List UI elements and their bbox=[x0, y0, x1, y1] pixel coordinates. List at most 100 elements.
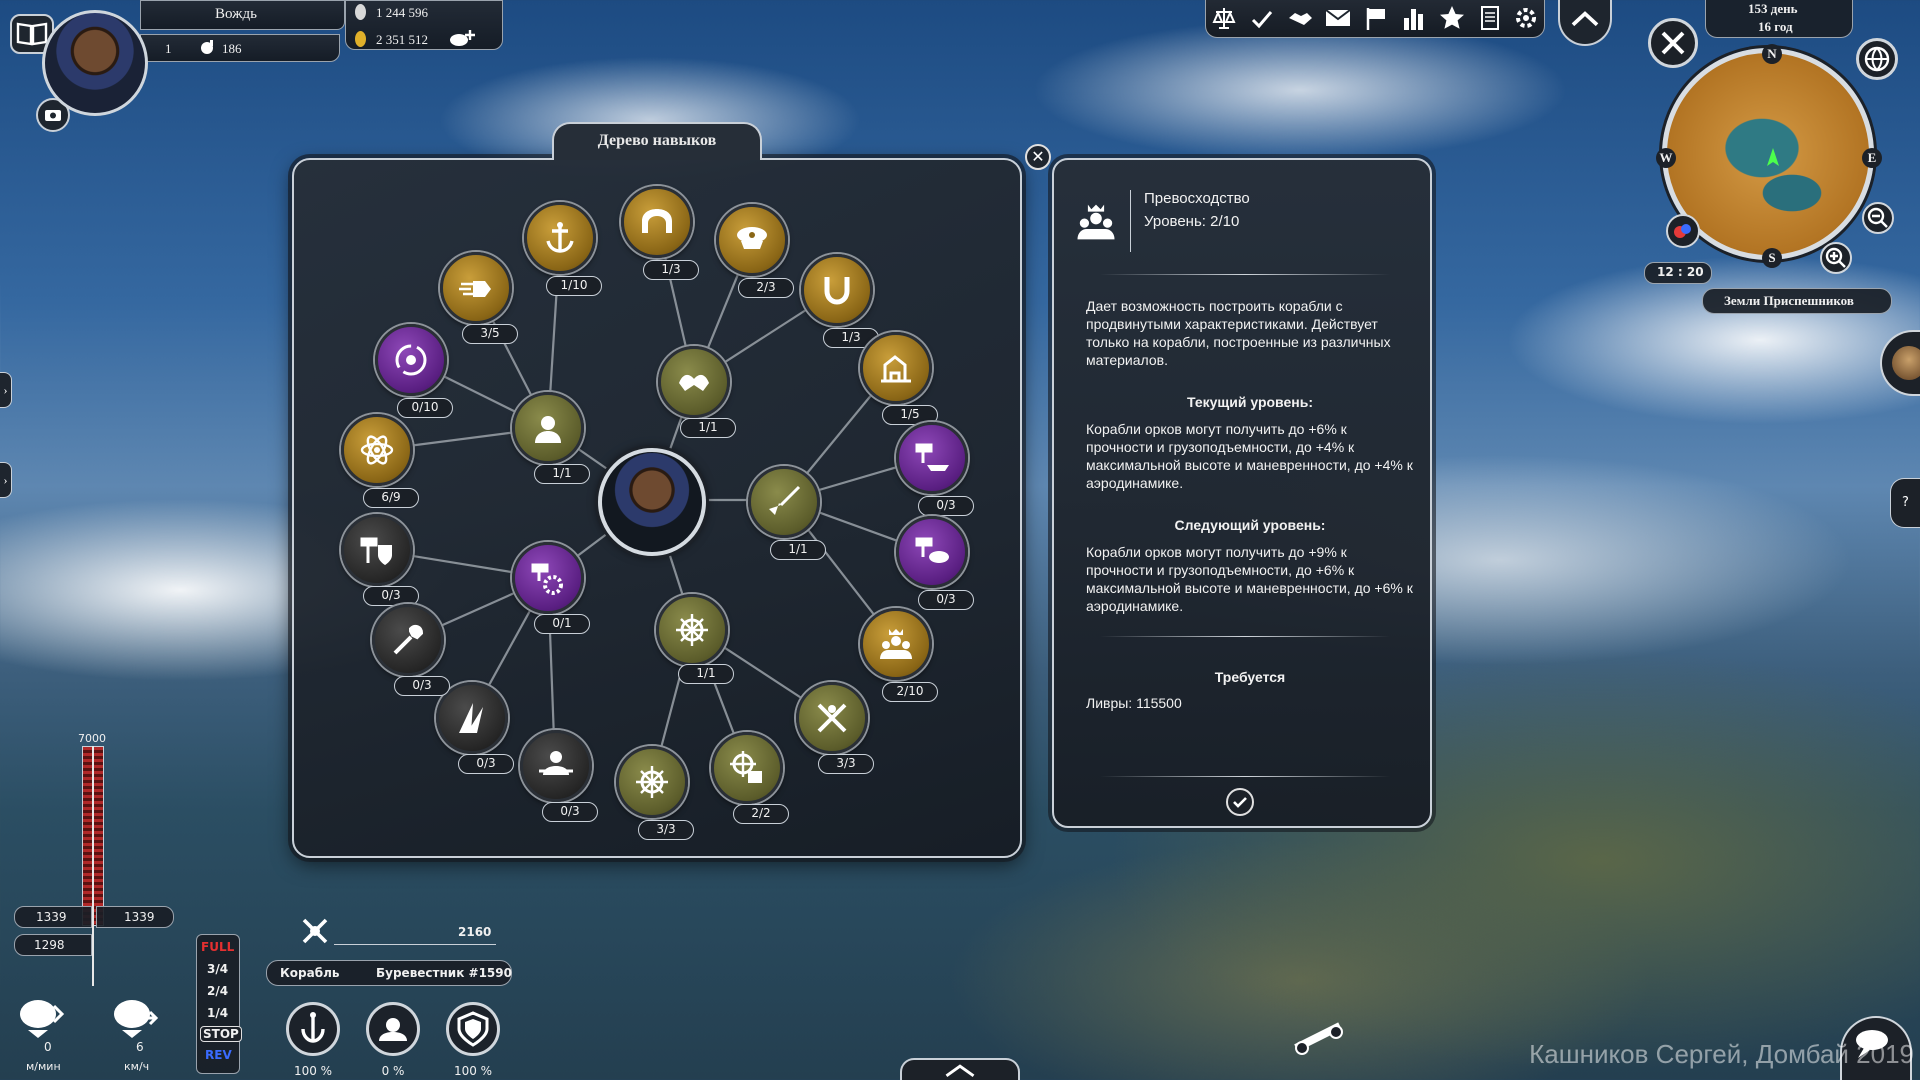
skill-node-mechanic[interactable] bbox=[520, 730, 592, 802]
ship-label: Корабль bbox=[280, 966, 340, 980]
skill-node-harbor[interactable] bbox=[860, 332, 932, 404]
skill-tree-title: Дерево навыков bbox=[552, 122, 762, 160]
skill-node-wrench[interactable] bbox=[372, 604, 444, 676]
anchor-gauge-button[interactable] bbox=[286, 1002, 340, 1056]
skill-progress-hammer-shield: 0/3 bbox=[363, 586, 419, 606]
silver-coin-icon bbox=[355, 4, 366, 20]
skill-progress-helm-small: 3/3 bbox=[638, 820, 694, 840]
skill-node-crown-crew[interactable] bbox=[860, 608, 932, 680]
skill-node-officer[interactable] bbox=[512, 392, 584, 464]
crew-gauge-button[interactable] bbox=[366, 1002, 420, 1056]
skill-node-hammer-ship[interactable] bbox=[896, 422, 968, 494]
left-expand-arrow-1[interactable]: › bbox=[0, 372, 12, 408]
mail-icon[interactable] bbox=[1324, 6, 1352, 30]
speed-value: 6 bbox=[136, 1040, 144, 1054]
help-tab[interactable]: ? bbox=[1890, 478, 1920, 528]
skill-node-speed[interactable] bbox=[440, 252, 512, 324]
zoom-in-icon[interactable] bbox=[1820, 242, 1852, 274]
throttle-2-4[interactable]: 2/4 bbox=[207, 984, 228, 998]
skill-progress-hammer-balloon: 0/3 bbox=[918, 590, 974, 610]
skill-info-panel bbox=[1052, 158, 1432, 828]
skill-progress-crown-crew: 2/10 bbox=[882, 682, 938, 702]
zoom-out-icon[interactable] bbox=[1862, 202, 1894, 234]
armor-gauge-button[interactable] bbox=[446, 1002, 500, 1056]
skill-node-cap[interactable] bbox=[716, 204, 788, 276]
close-icon[interactable]: ✕ bbox=[1025, 144, 1051, 170]
battle-mode-icon[interactable] bbox=[1648, 18, 1698, 68]
throttle-3-4[interactable]: 3/4 bbox=[207, 962, 228, 976]
skill-progress-cap: 2/3 bbox=[738, 278, 794, 298]
bottom-expand-tab[interactable] bbox=[900, 1058, 1020, 1080]
skill-node-hammer-gear[interactable] bbox=[512, 542, 584, 614]
skill-node-broom[interactable] bbox=[748, 466, 820, 538]
hammer-gear-icon bbox=[529, 559, 567, 597]
crown-crew-icon bbox=[877, 625, 915, 663]
skill-progress-helm-engine: 2/2 bbox=[733, 804, 789, 824]
skill-progress-wings: 0/3 bbox=[458, 754, 514, 774]
map-filter-icon[interactable] bbox=[1666, 214, 1700, 248]
skill-node-atom[interactable] bbox=[341, 414, 413, 486]
year-label: 16 год bbox=[1758, 19, 1793, 34]
handshake-icon[interactable] bbox=[1286, 4, 1314, 32]
wings-icon bbox=[453, 699, 491, 737]
skill-node-anchor[interactable] bbox=[524, 202, 596, 274]
notebook-icon[interactable] bbox=[1476, 4, 1504, 32]
compass-w: W bbox=[1656, 148, 1676, 168]
ship-marker-icon bbox=[1765, 148, 1781, 168]
player-rank: Вождь bbox=[215, 6, 257, 22]
climb-rate-value: 0 bbox=[44, 1040, 52, 1054]
player-avatar[interactable] bbox=[42, 10, 148, 116]
skill-name: Превосходство bbox=[1144, 190, 1250, 207]
skill-progress-hammer-ship: 0/3 bbox=[918, 496, 974, 516]
collapse-up-icon[interactable] bbox=[1558, 0, 1612, 46]
money-amount: 1 244 596 bbox=[376, 5, 428, 20]
globe-icon[interactable] bbox=[1856, 38, 1898, 80]
hammer-balloon-icon bbox=[913, 533, 951, 571]
next-level-text: Корабли орков могут получить до +9% к пр… bbox=[1086, 544, 1413, 614]
skill-node-hammer-shield[interactable] bbox=[341, 514, 413, 586]
skill-progress-mechanic: 0/3 bbox=[542, 802, 598, 822]
skill-progress-hammer-gear: 0/1 bbox=[534, 614, 590, 634]
check-flag-icon[interactable] bbox=[1248, 4, 1276, 32]
skill-node-helm-small[interactable] bbox=[616, 746, 688, 818]
helm-wheel-icon bbox=[673, 611, 711, 649]
altitude-right: 1339 bbox=[124, 910, 155, 924]
skill-progress-atom-cycle: 0/10 bbox=[397, 398, 453, 418]
horseshoe-icon bbox=[818, 271, 856, 309]
skill-node-handshake-crew[interactable] bbox=[658, 346, 730, 418]
skill-node-arch[interactable] bbox=[621, 186, 693, 258]
climb-rate-icon bbox=[14, 996, 66, 1040]
skill-node-horseshoe[interactable] bbox=[801, 254, 873, 326]
chart-icon[interactable] bbox=[1400, 4, 1428, 32]
day-label: 153 день bbox=[1748, 1, 1798, 16]
flag-icon[interactable] bbox=[1362, 4, 1390, 32]
skill-node-crossed-blades[interactable] bbox=[796, 682, 868, 754]
climb-rate-unit: м/мин bbox=[26, 1060, 61, 1073]
left-expand-arrow-2[interactable]: › bbox=[0, 462, 12, 498]
skill-node-helm[interactable] bbox=[656, 594, 728, 666]
broom-icon bbox=[765, 483, 803, 521]
mechanic-icon bbox=[537, 747, 575, 785]
skill-node-helm-engine[interactable] bbox=[711, 732, 783, 804]
right-side-tab[interactable] bbox=[1880, 330, 1920, 396]
watermark: Кашников Сергей, Домбай 2019 bbox=[1529, 1039, 1914, 1069]
crew-gauge-value: 0 % bbox=[381, 1064, 405, 1078]
throttle-full[interactable]: FULL bbox=[201, 940, 234, 954]
add-crew-icon[interactable] bbox=[448, 26, 478, 48]
confirm-check-icon[interactable] bbox=[1226, 788, 1254, 816]
helm-engine-icon bbox=[728, 749, 766, 787]
skill-progress-broom: 1/1 bbox=[770, 540, 826, 560]
altitude-left: 1339 bbox=[36, 910, 67, 924]
skill-node-hammer-balloon[interactable] bbox=[896, 516, 968, 588]
throttle-stop[interactable]: STOP bbox=[200, 1026, 242, 1042]
altitude-max: 7000 bbox=[78, 732, 106, 745]
hammer-shield-icon bbox=[358, 531, 396, 569]
settings-icon[interactable] bbox=[1512, 4, 1540, 32]
skill-node-atom-cycle[interactable] bbox=[375, 324, 447, 396]
telescope-icon[interactable] bbox=[1290, 1018, 1348, 1058]
star-icon[interactable] bbox=[1438, 4, 1466, 32]
throttle-1-4[interactable]: 1/4 bbox=[207, 1006, 228, 1020]
throttle-rev[interactable]: REV bbox=[205, 1048, 232, 1062]
skill-progress-handshake-crew: 1/1 bbox=[680, 418, 736, 438]
scales-icon[interactable] bbox=[1210, 4, 1238, 32]
